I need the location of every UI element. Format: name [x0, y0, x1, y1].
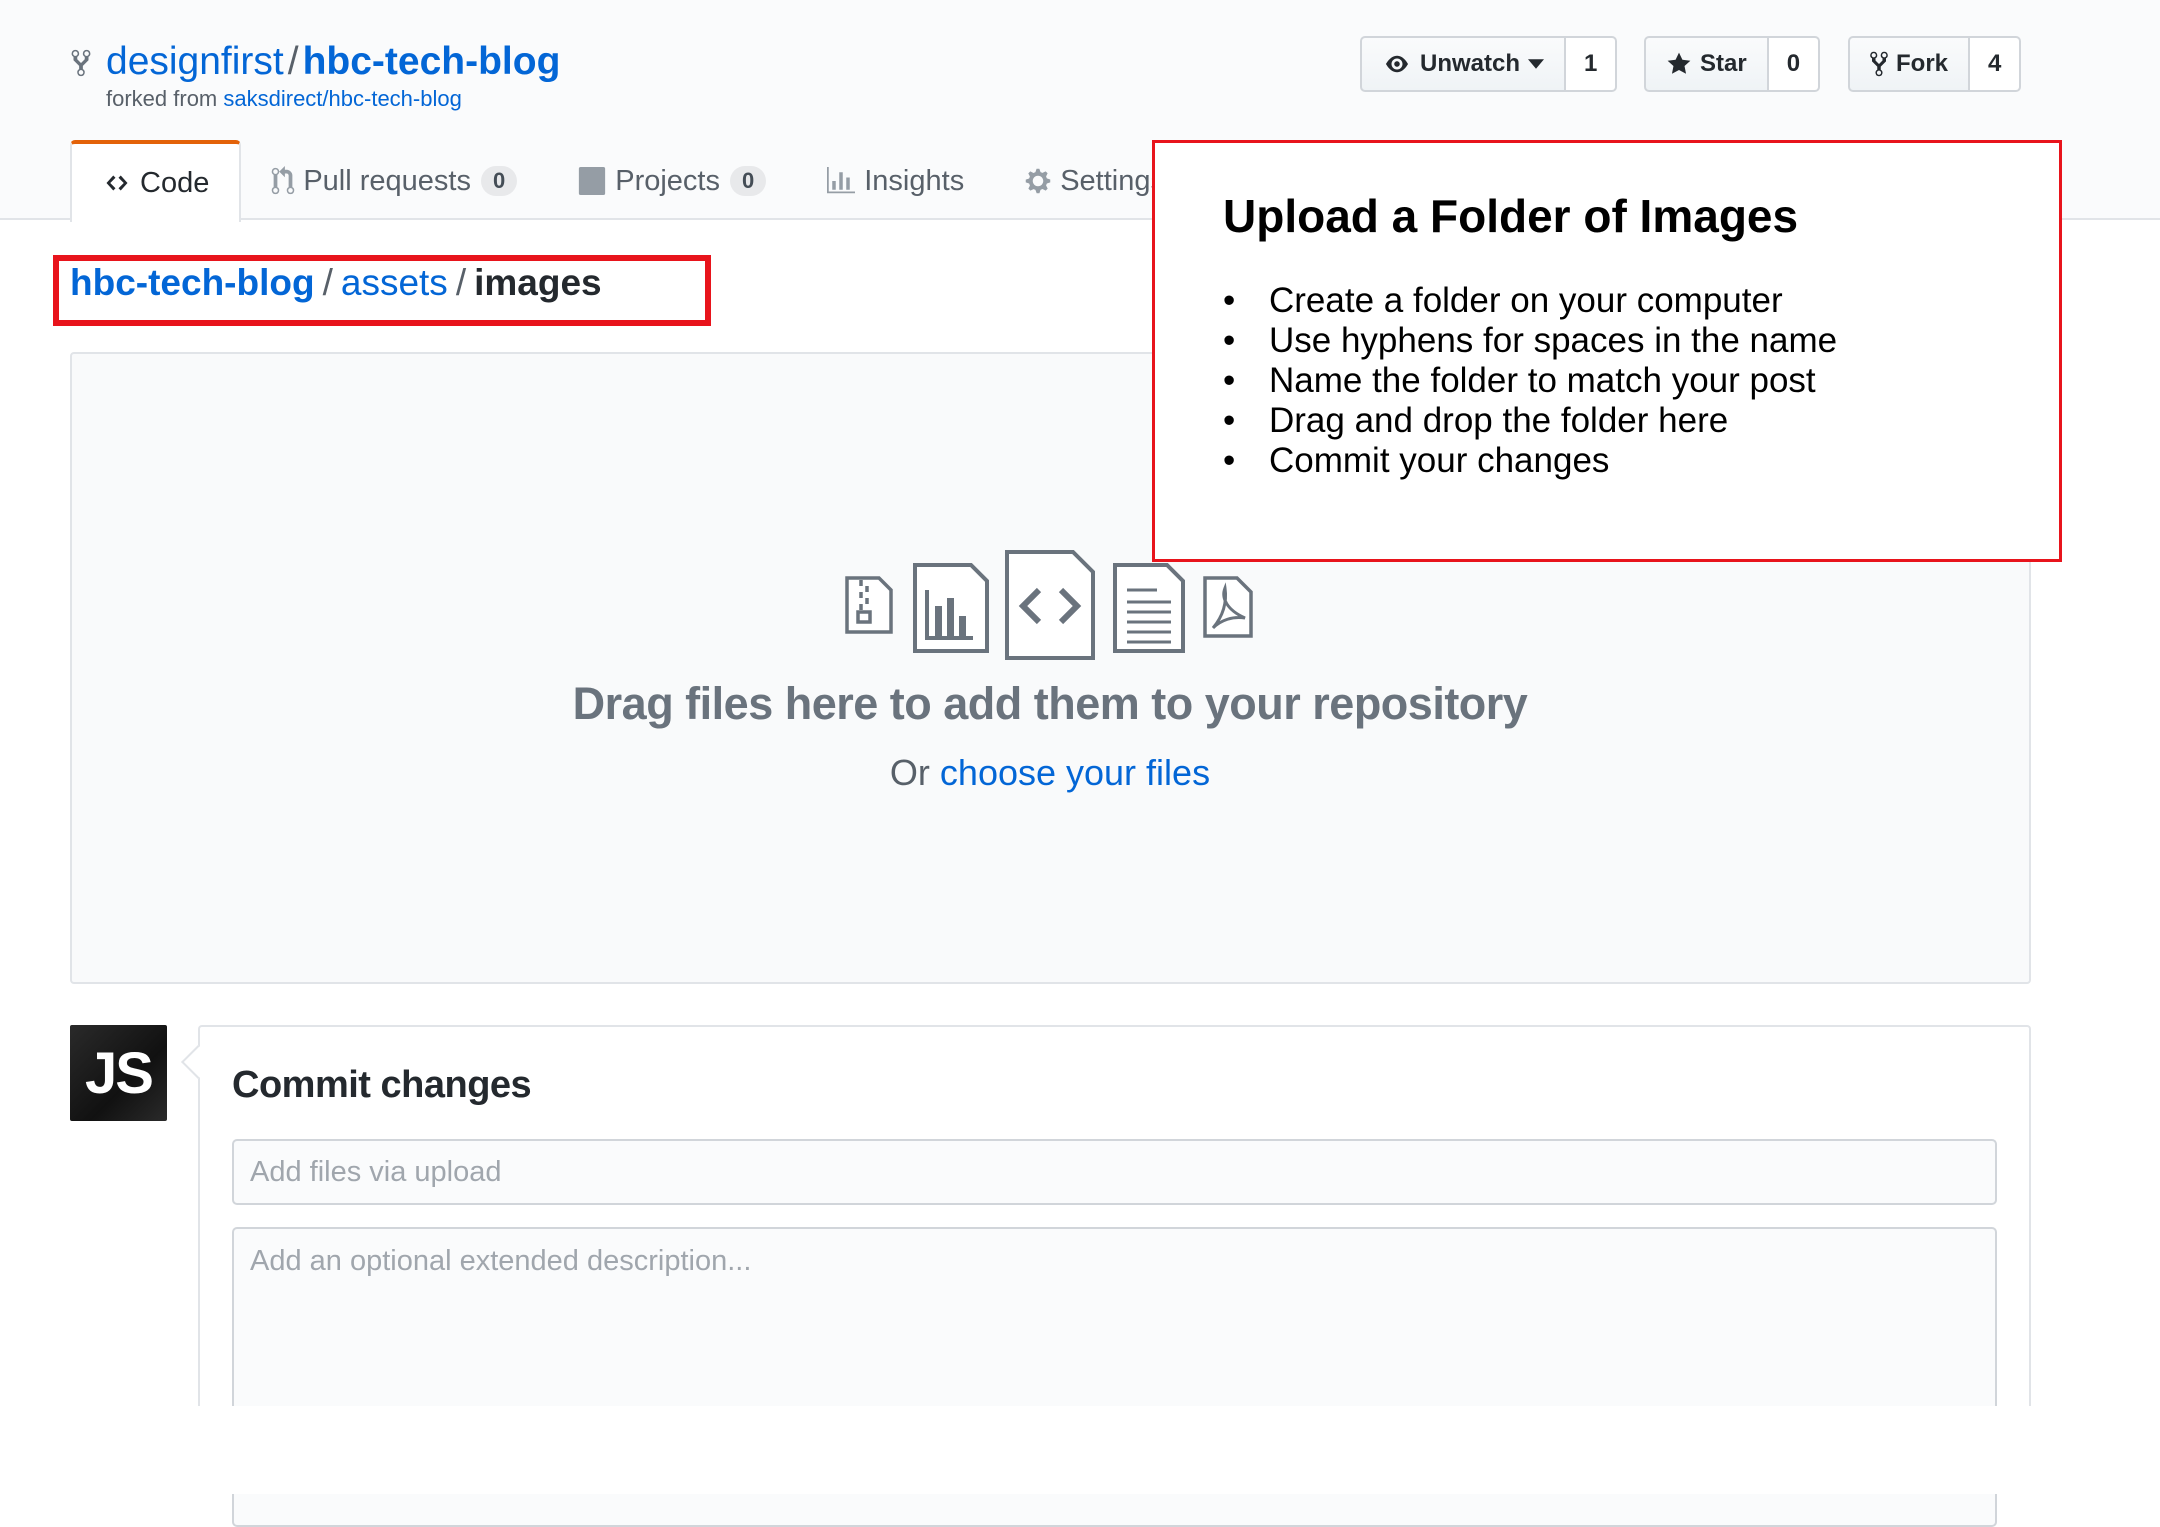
callout-step: • Name the folder to match your post	[1223, 361, 1837, 401]
callout-step: • Commit your changes	[1223, 441, 1837, 481]
graph-icon	[827, 167, 856, 194]
eye-icon	[1386, 55, 1408, 73]
callout-step-text: Name the folder to match your post	[1269, 361, 1816, 400]
commit-title: Commit changes	[232, 1064, 532, 1106]
bullet-marker: •	[1223, 361, 1236, 400]
tab-insights-label: Insights	[864, 164, 965, 197]
callout-step-text: Create a folder on your computer	[1269, 281, 1783, 320]
fork-group: Fork 4	[1848, 36, 2022, 92]
unwatch-button[interactable]: Unwatch	[1360, 36, 1567, 92]
file-text-icon	[1113, 563, 1185, 653]
choose-files-link[interactable]: choose your files	[940, 752, 1210, 793]
drop-zone-title: Drag files here to add them to your repo…	[572, 678, 1528, 729]
callout-step-text: Drag and drop the folder here	[1269, 401, 1729, 440]
tab-insights[interactable]: Insights	[796, 140, 994, 222]
tab-projects-label: Projects	[615, 164, 720, 197]
fork-label: Fork	[1896, 50, 1949, 77]
tab-pull-requests[interactable]: Pull requests 0	[241, 140, 547, 222]
bullet-marker: •	[1223, 401, 1236, 440]
repo-title: designfirst / hbc-tech-blog	[106, 38, 560, 86]
forked-source-link[interactable]: saksdirect/hbc-tech-blog	[223, 86, 461, 111]
git-pull-request-icon	[272, 166, 295, 195]
callout-title: Upload a Folder of Images	[1223, 190, 1799, 242]
callout-step-text: Commit your changes	[1269, 441, 1610, 480]
file-chart-icon	[913, 563, 989, 653]
avatar: JS	[70, 1025, 167, 1121]
bullet-marker: •	[1223, 321, 1236, 360]
page-bottom-margin	[0, 1406, 2160, 1494]
file-type-icons	[845, 550, 1253, 660]
fork-icon	[1870, 51, 1888, 77]
file-code-icon	[1005, 550, 1095, 660]
caret-down-icon	[1528, 59, 1545, 69]
bullet-marker: •	[1223, 281, 1236, 320]
callout-step: • Create a folder on your computer	[1223, 281, 1837, 321]
commit-summary-input[interactable]	[232, 1139, 1997, 1205]
forked-from-label: forked from	[106, 86, 218, 111]
gear-icon	[1025, 168, 1051, 194]
project-icon	[579, 167, 606, 195]
star-group: Star 0	[1644, 36, 1821, 92]
tab-code[interactable]: Code	[70, 140, 242, 222]
callout-step: • Drag and drop the folder here	[1223, 401, 1837, 441]
drop-zone-subtitle: Or choose your files	[0, 752, 2100, 794]
annotation-callout: Upload a Folder of Images • Create a fold…	[1152, 140, 2062, 562]
fork-button[interactable]: Fork	[1848, 36, 1971, 92]
code-icon	[106, 175, 128, 191]
forked-from: forked from saksdirect/hbc-tech-blog	[106, 86, 462, 112]
tab-pull-requests-label: Pull requests	[303, 164, 471, 197]
star-icon	[1667, 52, 1691, 74]
repo-nav-tabs: Code Pull requests 0 Projects 0 Insights…	[70, 140, 1195, 222]
tab-code-label: Code	[140, 166, 210, 199]
star-label: Star	[1700, 50, 1747, 77]
projects-counter: 0	[730, 166, 767, 196]
forks-count[interactable]: 4	[1970, 36, 2022, 92]
stargazers-count[interactable]: 0	[1768, 36, 1821, 92]
file-pdf-icon	[1203, 576, 1253, 638]
tab-projects[interactable]: Projects 0	[547, 140, 796, 222]
unwatch-label: Unwatch	[1420, 50, 1521, 77]
bullet-marker: •	[1223, 441, 1236, 480]
annotation-highlight-box	[53, 255, 711, 326]
watch-group: Unwatch 1	[1360, 36, 1618, 92]
pull-requests-counter: 0	[480, 166, 518, 196]
repo-owner-link[interactable]: designfirst	[106, 40, 284, 83]
repo-name-link[interactable]: hbc-tech-blog	[303, 40, 561, 83]
repo-forked-icon	[71, 49, 91, 77]
file-zip-icon	[845, 576, 893, 634]
callout-step-text: Use hyphens for spaces in the name	[1269, 321, 1838, 360]
callout-steps-list: • Create a folder on your computer • Use h…	[1223, 281, 1837, 481]
callout-step: • Use hyphens for spaces in the name	[1223, 321, 1837, 361]
star-button[interactable]: Star	[1644, 36, 1769, 92]
repo-title-separator: /	[287, 40, 299, 83]
watchers-count[interactable]: 1	[1566, 36, 1618, 92]
tab-settings-label: Settings	[1060, 164, 1165, 197]
drop-zone-or-text: Or	[889, 752, 940, 793]
